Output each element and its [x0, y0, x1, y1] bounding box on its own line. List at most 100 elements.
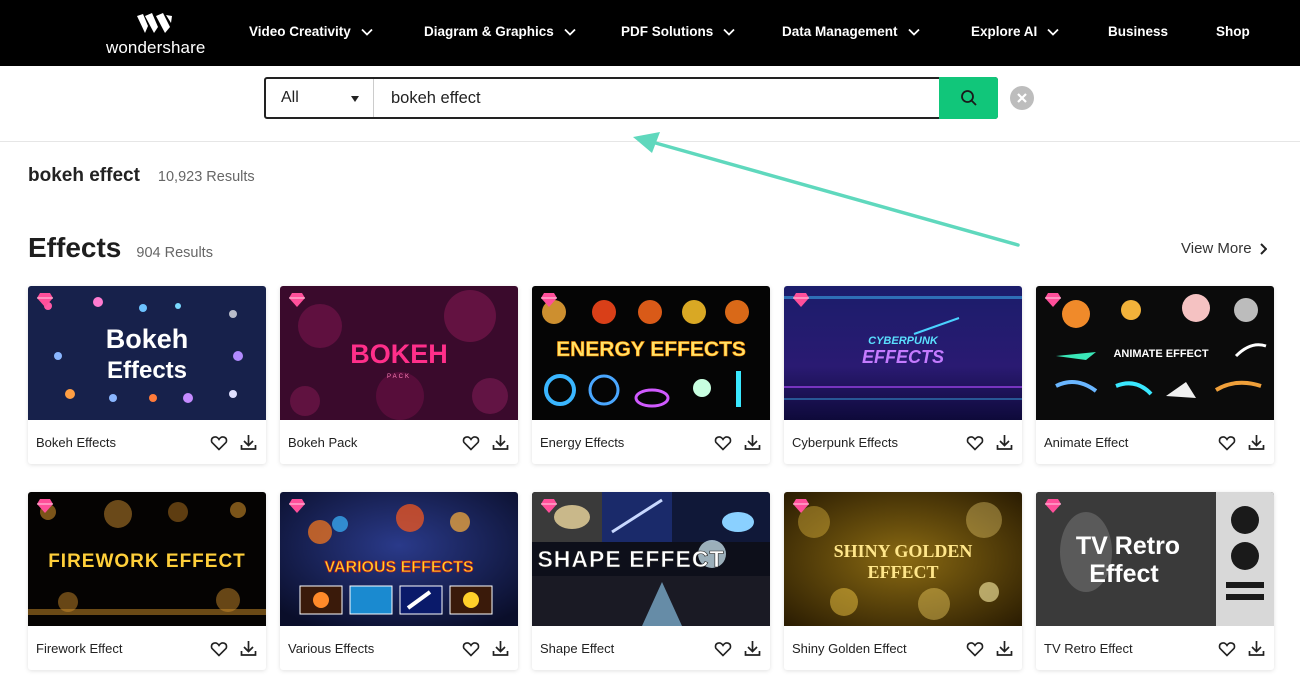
card-title[interactable]: Various Effects	[288, 641, 374, 656]
nav-label: Data Management	[782, 24, 898, 39]
nav-explore-ai[interactable]: Explore AI	[971, 24, 1059, 39]
heart-icon[interactable]	[714, 434, 732, 452]
download-icon[interactable]	[744, 433, 761, 451]
nav-diagram-graphics[interactable]: Diagram & Graphics	[424, 24, 576, 39]
heart-icon[interactable]	[966, 434, 984, 452]
asset-card[interactable]: ENERGY EFFECTS Energy Effects	[532, 286, 770, 464]
nav-label: Diagram & Graphics	[424, 24, 554, 39]
section-title: Effects	[28, 232, 122, 263]
nav-video-creativity[interactable]: Video Creativity	[249, 24, 373, 39]
heart-icon[interactable]	[462, 434, 480, 452]
thumb-subtext: EFFECTS	[862, 347, 944, 367]
card-title[interactable]: Firework Effect	[36, 641, 122, 656]
download-icon[interactable]	[1248, 433, 1265, 451]
card-title[interactable]: Bokeh Effects	[36, 435, 116, 450]
nav-business[interactable]: Business	[1108, 24, 1168, 39]
view-more-link[interactable]: View More	[1181, 240, 1267, 257]
download-icon[interactable]	[996, 433, 1013, 451]
thumbnail[interactable]: ENERGY EFFECTS	[532, 286, 770, 420]
chevron-down-icon	[723, 28, 735, 36]
thumbnail[interactable]: Bokeh Effects	[28, 286, 266, 420]
thumbnail[interactable]: SHAPE EFFECT	[532, 492, 770, 626]
card-title[interactable]: Bokeh Pack	[288, 435, 357, 450]
thumbnail[interactable]: TV Retro Effect	[1036, 492, 1274, 626]
gem-icon	[289, 293, 305, 307]
card-title[interactable]: Shape Effect	[540, 641, 614, 656]
gem-icon	[1045, 293, 1061, 307]
thumb-text: BOKEH	[350, 339, 448, 369]
asset-card[interactable]: CYBERPUNK EFFECTS Cyberpunk Effects	[784, 286, 1022, 464]
nav-label: Explore AI	[971, 24, 1038, 39]
asset-card[interactable]: SHAPE EFFECT Shape Effect	[532, 492, 770, 670]
search-icon	[960, 90, 977, 106]
download-icon[interactable]	[996, 639, 1013, 657]
chevron-down-icon	[907, 28, 920, 36]
results-query: bokeh effect	[28, 165, 140, 186]
clear-search-button[interactable]	[1010, 86, 1034, 110]
heart-icon[interactable]	[210, 640, 228, 658]
thumbnail[interactable]: BOKEH PACK	[280, 286, 518, 420]
search-button[interactable]	[939, 77, 998, 119]
thumbnail[interactable]: ANIMATE EFFECT	[1036, 286, 1274, 420]
nav-shop[interactable]: Shop	[1216, 24, 1250, 39]
chevron-down-icon	[1047, 28, 1059, 36]
card-title[interactable]: Shiny Golden Effect	[792, 641, 907, 656]
gem-icon	[37, 293, 53, 307]
asset-card[interactable]: ANIMATE EFFECT Animate Effect	[1036, 286, 1274, 464]
thumb-text: ENERGY EFFECTS	[556, 338, 746, 361]
nav-data-management[interactable]: Data Management	[782, 24, 920, 39]
gem-icon	[541, 293, 557, 307]
download-icon[interactable]	[492, 433, 509, 451]
download-icon[interactable]	[744, 639, 761, 657]
effects-section-header: Effects 904 Results	[28, 232, 213, 264]
asset-card[interactable]: VARIOUS EFFECTS Various Effects	[280, 492, 518, 670]
card-title[interactable]: Energy Effects	[540, 435, 624, 450]
card-title[interactable]: TV Retro Effect	[1044, 641, 1133, 656]
search-bar-row: All	[0, 66, 1300, 142]
asset-card[interactable]: Bokeh Effects Bokeh Effects	[28, 286, 266, 464]
asset-card[interactable]: FIREWORK EFFECT Firework Effect	[28, 492, 266, 670]
asset-card[interactable]: BOKEH PACK Bokeh Pack	[280, 286, 518, 464]
results-summary: bokeh effect 10,923 Results	[28, 165, 255, 187]
heart-icon[interactable]	[714, 640, 732, 658]
wondershare-logo[interactable]: wondershare	[106, 12, 206, 58]
card-title[interactable]: Cyberpunk Effects	[792, 435, 898, 450]
thumb-text: TV Retro	[1076, 532, 1180, 560]
thumbnail[interactable]: CYBERPUNK EFFECTS	[784, 286, 1022, 420]
heart-icon[interactable]	[210, 434, 228, 452]
heart-icon[interactable]	[966, 640, 984, 658]
card-footer: Shiny Golden Effect	[784, 626, 1022, 670]
nav-pdf-solutions[interactable]: PDF Solutions	[621, 24, 735, 39]
gem-icon	[793, 499, 809, 513]
download-icon[interactable]	[240, 433, 257, 451]
thumbnail[interactable]: FIREWORK EFFECT	[28, 492, 266, 626]
heart-icon[interactable]	[1218, 640, 1236, 658]
card-title[interactable]: Animate Effect	[1044, 435, 1128, 450]
card-footer: Energy Effects	[532, 420, 770, 464]
thumb-text: VARIOUS EFFECTS	[324, 559, 473, 576]
card-footer: Firework Effect	[28, 626, 266, 670]
category-select[interactable]: All	[266, 79, 374, 117]
thumb-subtext: EFFECT	[867, 562, 938, 582]
asset-card[interactable]: SHINY GOLDEN EFFECT Shiny Golden Effect	[784, 492, 1022, 670]
heart-icon[interactable]	[1218, 434, 1236, 452]
search-input[interactable]	[376, 79, 940, 117]
card-footer: Various Effects	[280, 626, 518, 670]
heart-icon[interactable]	[462, 640, 480, 658]
wondershare-logo-icon	[137, 13, 172, 33]
thumb-text: SHINY GOLDEN	[834, 541, 973, 561]
caret-down-icon	[351, 96, 359, 102]
asset-card[interactable]: TV Retro Effect TV Retro Effect	[1036, 492, 1274, 670]
thumbnail[interactable]: VARIOUS EFFECTS	[280, 492, 518, 626]
card-footer: Animate Effect	[1036, 420, 1274, 464]
card-footer: Bokeh Effects	[28, 420, 266, 464]
card-footer: Cyberpunk Effects	[784, 420, 1022, 464]
view-more-label: View More	[1181, 240, 1252, 257]
download-icon[interactable]	[492, 639, 509, 657]
download-icon[interactable]	[240, 639, 257, 657]
thumb-text: Bokeh	[106, 324, 189, 354]
download-icon[interactable]	[1248, 639, 1265, 657]
logo-text: wondershare	[106, 38, 206, 57]
thumbnail[interactable]: SHINY GOLDEN EFFECT	[784, 492, 1022, 626]
results-count: 10,923 Results	[157, 169, 255, 185]
